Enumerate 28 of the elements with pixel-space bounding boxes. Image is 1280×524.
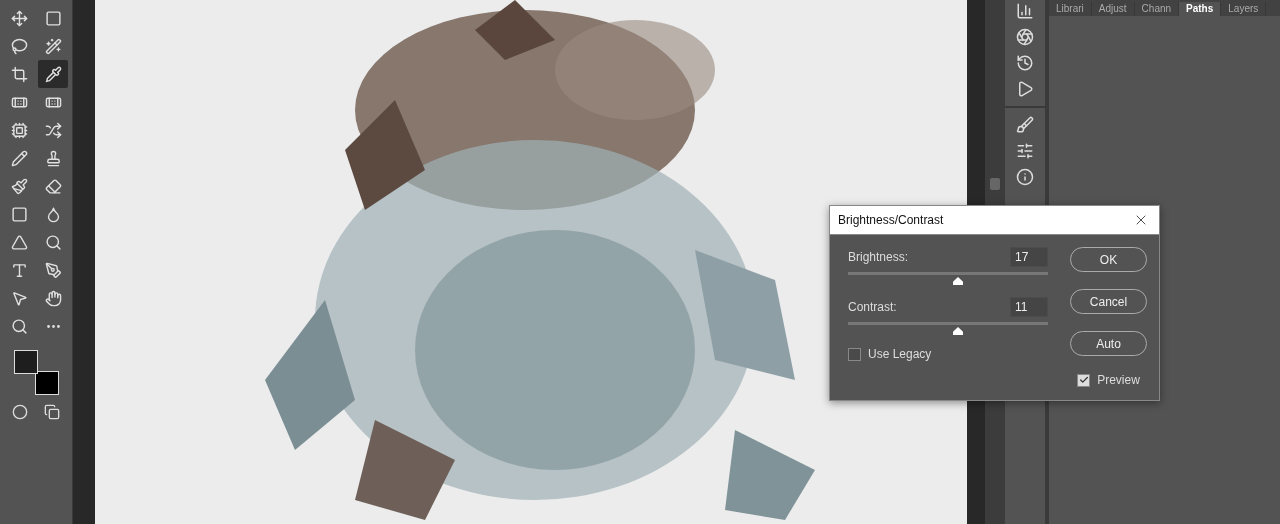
sliders-icon[interactable]: [1016, 142, 1034, 160]
value-field[interactable]: 11: [1010, 297, 1048, 317]
checkbox[interactable]: [848, 347, 861, 361]
slider-thumb[interactable]: [953, 327, 963, 335]
slider-label: Contrast:: [848, 300, 897, 314]
value-field[interactable]: 17: [1010, 247, 1048, 267]
dialog-button[interactable]: Cancel: [1070, 289, 1147, 314]
slider-thumb[interactable]: [953, 277, 963, 285]
dialog-button[interactable]: OK: [1070, 247, 1147, 272]
slider-label: Brightness:: [848, 250, 909, 264]
panel-tab[interactable]: Paths: [1179, 2, 1222, 16]
checkbox-label: Use Legacy: [868, 347, 932, 361]
quick-mask-icon[interactable]: [12, 404, 28, 420]
foreground-color-swatch[interactable]: [14, 350, 38, 374]
brush-icon[interactable]: [1016, 116, 1034, 134]
background-color-swatch[interactable]: [35, 371, 59, 395]
navigator-icon[interactable]: [1016, 28, 1034, 46]
info-icon[interactable]: [1016, 168, 1034, 186]
histogram-icon[interactable]: [1016, 2, 1034, 20]
play-icon[interactable]: [1016, 80, 1034, 98]
checkbox-label: Preview: [1097, 373, 1140, 387]
scrollbar-thumb[interactable]: [990, 178, 1000, 190]
history-icon[interactable]: [1016, 54, 1034, 72]
dialog-title: Brightness/Contrast: [838, 213, 944, 227]
dialog-button[interactable]: Auto: [1070, 331, 1147, 356]
screen-mode-icon[interactable]: [44, 404, 60, 420]
checkbox[interactable]: [1077, 373, 1091, 387]
eyedropper-icon[interactable]: [38, 60, 68, 88]
